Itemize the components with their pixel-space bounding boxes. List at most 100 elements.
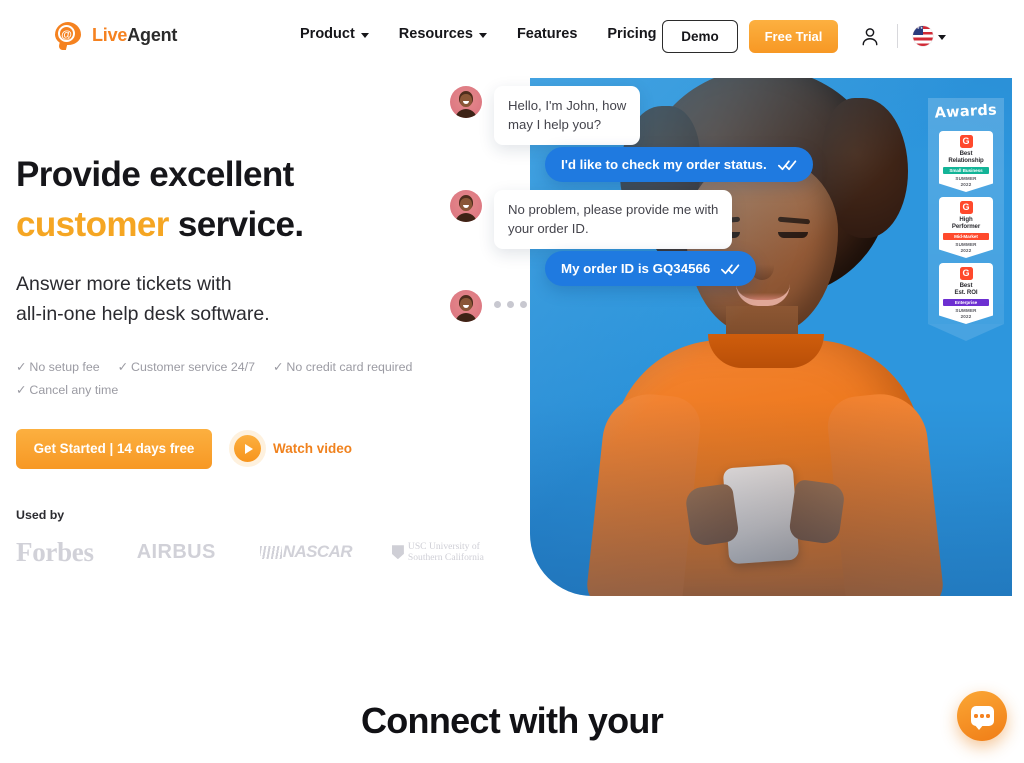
chevron-down-icon xyxy=(478,32,487,38)
site-header: @ LiveAgent Product Resources Features P… xyxy=(0,0,1024,73)
chevron-down-icon xyxy=(360,32,369,38)
chat-message-row: Hello, I'm John, how may I help you? xyxy=(450,86,641,146)
usc-shield-icon xyxy=(391,545,404,560)
check-icon: ✓ xyxy=(117,359,129,374)
check-icon: ✓ xyxy=(273,359,284,374)
award-badge: G Best Est. ROI Enterprise SUMMER 2022 xyxy=(939,263,993,324)
get-started-button[interactable]: Get Started | 14 days free xyxy=(16,428,212,469)
usc-logo-line1: USC University of xyxy=(407,540,480,552)
trust-item-label: Cancel any time xyxy=(29,383,119,398)
header-divider xyxy=(897,24,898,48)
avatar xyxy=(450,86,482,118)
hero-content: Provide excellent customer service. Answ… xyxy=(16,150,486,568)
chat-text: My order ID is GQ34566 xyxy=(561,261,711,276)
trust-item: ✓ No setup fee xyxy=(16,356,100,380)
awards-title: Awards xyxy=(934,102,998,122)
usc-logo: USC University of Southern California xyxy=(391,540,484,564)
chat-text-line2: your order ID. xyxy=(508,220,589,236)
demo-button[interactable]: Demo xyxy=(662,20,738,53)
chat-bubble-outgoing: My order ID is GQ34566 xyxy=(545,251,757,287)
brand-logos: Forbes AIRBUS NASCAR USC University of S… xyxy=(16,537,486,568)
g2-logo-icon: G xyxy=(959,135,973,148)
watch-video-link[interactable]: Watch video xyxy=(234,435,353,463)
double-check-icon xyxy=(777,160,796,170)
award-badge: G High Performer Mid-Market SUMMER 2022 xyxy=(939,197,993,258)
nav-item-product-label: Product xyxy=(300,26,355,42)
page-title: Provide excellent customer service. xyxy=(16,150,486,249)
nav-item-product[interactable]: Product xyxy=(300,26,369,42)
logo-text-live: Live xyxy=(92,25,128,45)
subheading-line1: Answer more tickets with xyxy=(16,273,232,296)
subheading-line2: all-in-one help desk software. xyxy=(16,303,270,325)
award-name-line1: Best xyxy=(959,150,973,157)
headline-line2: customer service. xyxy=(16,200,486,250)
award-name-line1: High xyxy=(959,216,973,223)
check-icon: ✓ xyxy=(16,359,27,374)
award-name-line1: Best xyxy=(959,282,973,289)
chat-message-row: I'd like to check my order status. xyxy=(545,147,813,183)
trust-item-label: No setup fee xyxy=(29,359,100,374)
nav-item-pricing[interactable]: Pricing xyxy=(607,26,656,42)
headline-rest: service. xyxy=(168,204,304,244)
chat-text-line1: No problem, please provide me with xyxy=(508,202,719,217)
award-year: 2022 xyxy=(960,313,972,319)
award-name-line2: Performer xyxy=(951,223,981,231)
chat-text-line1: Hello, I'm John, how xyxy=(508,98,627,113)
nav-item-features[interactable]: Features xyxy=(517,26,577,42)
trust-item: ✓ Cancel any time xyxy=(16,379,118,403)
award-year: 2022 xyxy=(960,181,972,187)
page-root: @ LiveAgent Product Resources Features P… xyxy=(0,0,1024,763)
chat-bubble-outgoing: I'd like to check my order status. xyxy=(545,147,813,183)
chat-bubble-icon xyxy=(970,706,994,730)
chat-text-line2: may I help you? xyxy=(508,116,602,132)
nascar-logo: NASCAR xyxy=(259,542,353,562)
award-badge: G Best Relationship Small Business SUMME… xyxy=(939,131,993,192)
trust-item: ✓ Customer service 24/7 xyxy=(118,356,255,380)
nav-item-resources-label: Resources xyxy=(398,26,473,42)
cta-row: Get Started | 14 days free Watch video xyxy=(16,428,486,469)
language-selector[interactable] xyxy=(913,26,946,46)
play-icon xyxy=(234,435,261,463)
user-icon[interactable] xyxy=(861,27,879,46)
typing-indicator xyxy=(494,290,527,308)
chat-message-row: My order ID is GQ34566 xyxy=(545,251,757,287)
chat-bubble-incoming: Hello, I'm John, how may I help you? xyxy=(494,86,641,146)
free-trial-button[interactable]: Free Trial xyxy=(749,20,838,53)
at-speech-bubble-icon: @ xyxy=(55,22,85,49)
awards-ribbon: Awards G Best Relationship Small Busines… xyxy=(928,98,1004,341)
chat-message-row: No problem, please provide me with your … xyxy=(450,190,733,250)
usc-logo-line2: Southern California xyxy=(407,552,484,564)
chat-bubble-incoming: No problem, please provide me with your … xyxy=(494,190,733,250)
logo-text: LiveAgent xyxy=(92,25,177,46)
used-by-label: Used by xyxy=(16,507,65,522)
nav-item-pricing-label: Pricing xyxy=(607,26,657,42)
chat-text: I'd like to check my order status. xyxy=(561,157,767,172)
trust-item-label: Customer service 24/7 xyxy=(131,359,256,374)
trust-item: ✓ No credit card required xyxy=(273,356,412,380)
headline-accent: customer xyxy=(16,204,169,244)
g2-logo-icon: G xyxy=(959,267,973,280)
award-name-line2: Relationship xyxy=(948,157,984,165)
forbes-logo: Forbes xyxy=(16,536,94,567)
section-connect: Connect with your xyxy=(0,700,1024,742)
nav-item-resources[interactable]: Resources xyxy=(399,26,487,42)
nav-item-features-label: Features xyxy=(516,26,578,42)
trust-item-label: No credit card required xyxy=(286,359,413,374)
logo[interactable]: @ LiveAgent xyxy=(55,22,177,49)
trust-list: ✓ No setup fee ✓ Customer service 24/7 ✓ No… xyxy=(16,356,486,403)
airbus-logo: AIRBUS xyxy=(136,540,216,563)
watch-video-label: Watch video xyxy=(273,441,353,457)
award-category: Mid-Market xyxy=(943,232,989,241)
hero-subheading: Answer more tickets with all-in-one help… xyxy=(16,270,486,329)
award-year: 2022 xyxy=(960,247,972,253)
nascar-logo-text: NASCAR xyxy=(282,542,353,562)
check-icon: ✓ xyxy=(16,383,27,398)
award-category: Enterprise xyxy=(943,298,989,307)
award-name-line2: Est. ROI xyxy=(954,289,978,297)
chevron-down-icon xyxy=(938,34,946,40)
logo-text-agent: Agent xyxy=(127,25,178,45)
main-nav: Product Resources Features Pricing xyxy=(300,26,657,42)
section-connect-heading: Connect with your xyxy=(360,700,664,741)
double-check-icon xyxy=(721,264,740,274)
chat-widget-button[interactable] xyxy=(957,691,1007,741)
